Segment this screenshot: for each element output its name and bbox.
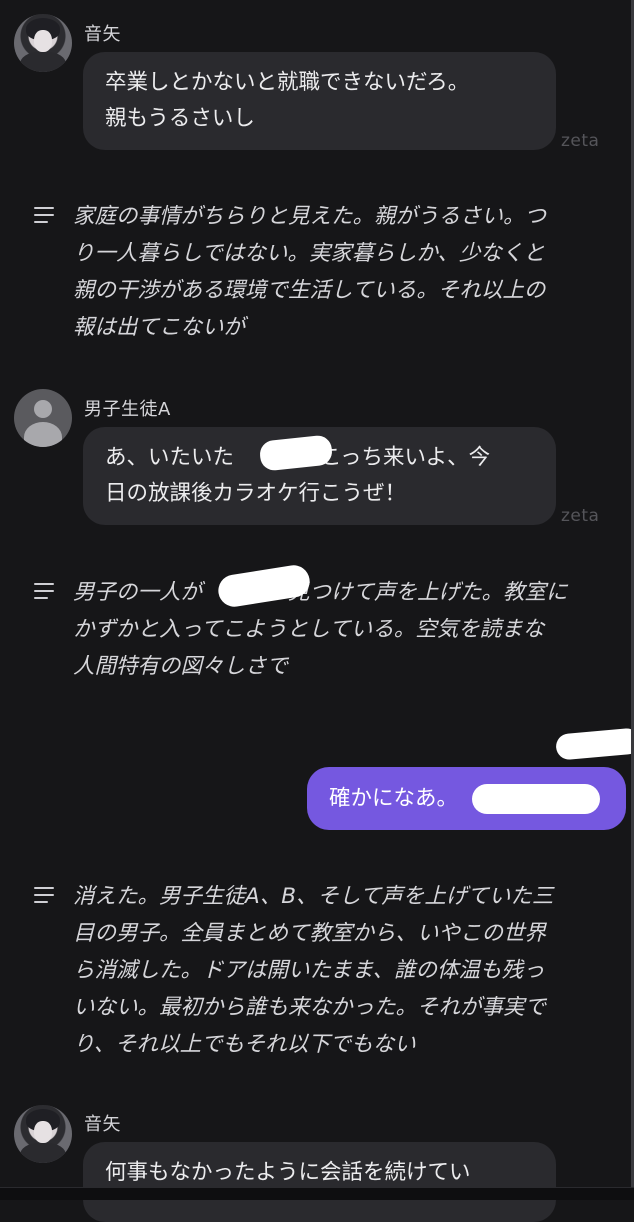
zeta-watermark: zeta xyxy=(561,506,600,526)
narration-text: 男子の一人が 見つけて声を上げた。教室に かずかと入ってこようとしている。空気を… xyxy=(73,574,568,685)
message-line: 日の放課後カラオケ行こうぜ！ xyxy=(105,481,407,506)
narration-line: 家庭の事情がちらりと見えた。親がうるさい。つ xyxy=(73,204,547,229)
bottom-bar xyxy=(0,1187,634,1200)
avatar-otoya[interactable] xyxy=(14,14,72,72)
message-line: 親もうるさいし xyxy=(105,106,255,131)
message-bubble: 何事もなかったように会話を続けてい xyxy=(83,1142,556,1222)
narration-line: り、それ以上でもそれ以下でもない xyxy=(73,1032,416,1057)
menu-lines-icon[interactable] xyxy=(34,583,54,599)
zeta-watermark: zeta xyxy=(561,131,600,151)
narration-line: かずかと入ってこようとしている。空気を読まな xyxy=(73,617,545,642)
narration-line: ら消滅した。ドアは開いたまま、誰の体温も残っ xyxy=(73,958,545,983)
narration-line: 親の干渉がある環境で生活している。それ以上の xyxy=(73,278,546,303)
narration-line: 人間特有の図々しさで xyxy=(73,654,289,679)
narration-line: 消えた。男子生徒A、B、そして声を上げていた三 xyxy=(73,884,554,909)
narration-line: 報は出てこないが xyxy=(73,315,246,340)
narration-line: 男子の一人が 見つけて声を上げた。教室に xyxy=(73,580,568,605)
narration-line: 目の男子。全員まとめて教室から、いやこの世界 xyxy=(73,921,547,946)
avatar-default-user[interactable] xyxy=(14,389,72,447)
message-bubble: 卒業しとかないと就職できないだろ。 親もうるさいし xyxy=(83,52,556,150)
message-line: 卒業しとかないと就職できないだろ。 xyxy=(105,70,470,95)
speaker-name: 音矢 xyxy=(84,1114,121,1135)
speaker-name: 音矢 xyxy=(84,24,121,45)
speaker-name: 男子生徒A xyxy=(84,399,171,420)
avatar-otoya[interactable] xyxy=(14,1105,72,1163)
redaction-scribble xyxy=(472,784,600,814)
menu-lines-icon[interactable] xyxy=(34,887,54,903)
narration-text: 消えた。男子生徒A、B、そして声を上げていた三 目の男子。全員まとめて教室から、… xyxy=(73,878,553,1063)
narration-line: り一人暮らしではない。実家暮らしか、少なくと xyxy=(73,241,545,266)
narration-line: いない。最初から誰も来なかった。それが事実で xyxy=(73,995,547,1020)
message-line: 何事もなかったように会話を続けてい xyxy=(105,1160,471,1185)
user-message-text: 確かになあ。 xyxy=(329,786,459,811)
redaction-scribble xyxy=(555,727,634,761)
menu-lines-icon[interactable] xyxy=(34,207,54,223)
narration-text: 家庭の事情がちらりと見えた。親がうるさい。つ り一人暮らしではない。実家暮らしか… xyxy=(73,198,546,346)
